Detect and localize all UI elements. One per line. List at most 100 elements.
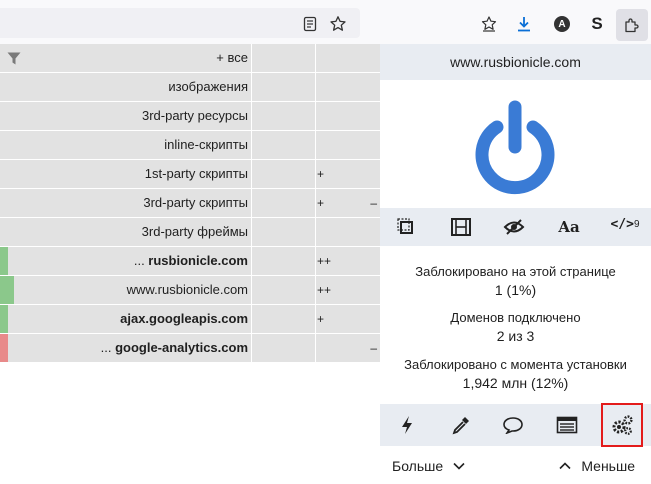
matrix-row[interactable]: www.rusbionicle.com ++ — [0, 276, 380, 305]
matrix-cell-local[interactable] — [252, 189, 315, 217]
matrix-row[interactable]: 3rd-party ресурсы — [0, 102, 380, 131]
matrix-row-label: 3rd-party скрипты — [143, 195, 248, 210]
matrix-row-label: www.rusbionicle.com — [126, 282, 248, 297]
browser-toolbar: A S — [0, 0, 651, 44]
matrix-row-label: изображения — [168, 79, 248, 94]
blocked-total-label: Заблокировано с момента установки — [404, 357, 627, 372]
matrix-row-label: 3rd-party ресурсы — [141, 108, 248, 123]
scripts-toggle[interactable]: </> 9 — [608, 212, 642, 236]
matrix-row[interactable]: 3rd-party фреймы — [0, 218, 380, 247]
matrix-row-name[interactable]: + все — [0, 44, 251, 72]
extension-s-icon[interactable]: S — [585, 12, 609, 36]
matrix-cell-local[interactable] — [252, 44, 315, 72]
matrix-cell-local[interactable] — [252, 131, 315, 159]
matrix-row-name[interactable]: 3rd-party скрипты — [0, 189, 251, 217]
matrix-row-status-bar — [0, 305, 8, 333]
matrix-row-name[interactable]: 1st-party скрипты — [0, 160, 251, 188]
matrix-cell-local[interactable] — [252, 73, 315, 101]
blocked-count: – — [370, 196, 377, 210]
matrix-row-name[interactable]: ajax.googleapis.com — [0, 305, 251, 333]
matrix-row[interactable]: ... google-analytics.com – — [0, 334, 380, 363]
matrix-row-name[interactable]: inline-скрипты — [0, 131, 251, 159]
matrix-cell-local[interactable] — [252, 160, 315, 188]
less-label: Меньше — [581, 458, 635, 474]
matrix-cell-counts[interactable] — [316, 73, 380, 101]
pocket-save-icon[interactable] — [477, 12, 501, 36]
matrix-cell-local[interactable] — [252, 305, 315, 333]
logger-list-icon[interactable] — [555, 413, 579, 437]
allowed-count: ++ — [317, 283, 332, 297]
matrix-row-name[interactable]: 3rd-party ресурсы — [0, 102, 251, 130]
matrix-cell-counts[interactable] — [316, 102, 380, 130]
matrix-cell-counts[interactable]: ++ — [316, 247, 380, 275]
ublock-popup-panel: www.rusbionicle.com Aa </> 9 Заблокирован… — [380, 44, 651, 484]
film-media-icon[interactable] — [448, 215, 474, 239]
allowed-count: + — [317, 167, 325, 181]
matrix-row[interactable]: inline-скрипты — [0, 131, 380, 160]
matrix-row[interactable]: ... rusbionicle.com ++ — [0, 247, 380, 276]
matrix-cell-counts[interactable]: + — [316, 305, 380, 333]
matrix-cell-counts[interactable]: ++ — [316, 276, 380, 304]
matrix-row[interactable]: + все — [0, 44, 380, 73]
download-icon[interactable] — [512, 12, 536, 36]
lightning-icon[interactable] — [395, 413, 419, 437]
chevron-down-icon — [453, 462, 465, 470]
matrix-row-name[interactable]: изображения — [0, 73, 251, 101]
allowed-count: + — [317, 312, 325, 326]
eye-slash-icon[interactable] — [501, 215, 527, 239]
matrix-cell-counts[interactable]: – — [316, 334, 380, 362]
matrix-cell-counts[interactable]: + – — [316, 189, 380, 217]
matrix-row-label: inline-скрипты — [164, 137, 248, 152]
per-site-tools-row: Aa </> 9 — [380, 208, 651, 246]
extensions-puzzle-icon[interactable] — [616, 9, 648, 41]
account-letter: A — [554, 16, 570, 32]
account-a-icon[interactable]: A — [550, 12, 574, 36]
matrix-cell-local[interactable] — [252, 334, 315, 362]
fonts-toggle[interactable]: Aa — [555, 215, 583, 239]
matrix-row-label: rusbionicle.com — [148, 253, 248, 268]
matrix-row[interactable]: изображения — [0, 73, 380, 102]
matrix-row[interactable]: 1st-party скрипты + — [0, 160, 380, 189]
matrix-cell-local[interactable] — [252, 276, 315, 304]
matrix-cell-local[interactable] — [252, 218, 315, 246]
element-zapper-icon[interactable] — [393, 215, 419, 239]
matrix-row-label: ajax.googleapis.com — [120, 311, 248, 326]
scripts-count: 9 — [633, 218, 640, 230]
matrix-cell-local[interactable] — [252, 102, 315, 130]
matrix-row-label: google-analytics.com — [115, 340, 248, 355]
matrix-row-name[interactable]: 3rd-party фреймы — [0, 218, 251, 246]
blocked-page-value: 1 (1%) — [494, 282, 537, 298]
matrix-row-name[interactable]: ... rusbionicle.com — [0, 247, 251, 275]
matrix-row-status-bar — [0, 334, 8, 362]
matrix-row-label: 1st-party скрипты — [144, 166, 248, 181]
matrix-cell-counts[interactable] — [316, 44, 380, 72]
domains-value: 2 из 3 — [496, 328, 535, 344]
reader-view-icon[interactable] — [298, 12, 322, 36]
matrix-row-prefix: ... — [133, 253, 149, 268]
matrix-row-status-bar — [0, 276, 14, 304]
matrix-row[interactable]: ajax.googleapis.com + — [0, 305, 380, 334]
more-label: Больше — [392, 458, 444, 474]
matrix-row-label: 3rd-party фреймы — [141, 224, 248, 239]
gears-icon — [612, 415, 633, 435]
matrix-row[interactable]: 3rd-party скрипты + – — [0, 189, 380, 218]
matrix-cell-counts[interactable]: + — [316, 160, 380, 188]
matrix-row-status-bar — [0, 247, 8, 275]
matrix-row-label: + все — [216, 50, 248, 65]
power-switch-icon[interactable] — [471, 95, 559, 199]
firewall-matrix: + все изображения 3rd-party ресурсы inline-… — [0, 44, 380, 363]
filter-icon[interactable] — [7, 52, 21, 65]
eyedropper-icon[interactable] — [449, 413, 473, 437]
less-button[interactable]: Меньше — [559, 458, 635, 474]
matrix-cell-counts[interactable] — [316, 218, 380, 246]
dashboard-button[interactable] — [601, 403, 643, 447]
matrix-row-name[interactable]: www.rusbionicle.com — [0, 276, 251, 304]
matrix-cell-local[interactable] — [252, 247, 315, 275]
speech-bubble-icon[interactable] — [501, 413, 525, 437]
more-button[interactable]: Больше — [392, 458, 465, 474]
matrix-cell-counts[interactable] — [316, 131, 380, 159]
matrix-row-name[interactable]: ... google-analytics.com — [0, 334, 251, 362]
bookmark-star-icon[interactable] — [326, 12, 350, 36]
allowed-count: ++ — [317, 254, 332, 268]
blocked-count: – — [370, 341, 377, 355]
